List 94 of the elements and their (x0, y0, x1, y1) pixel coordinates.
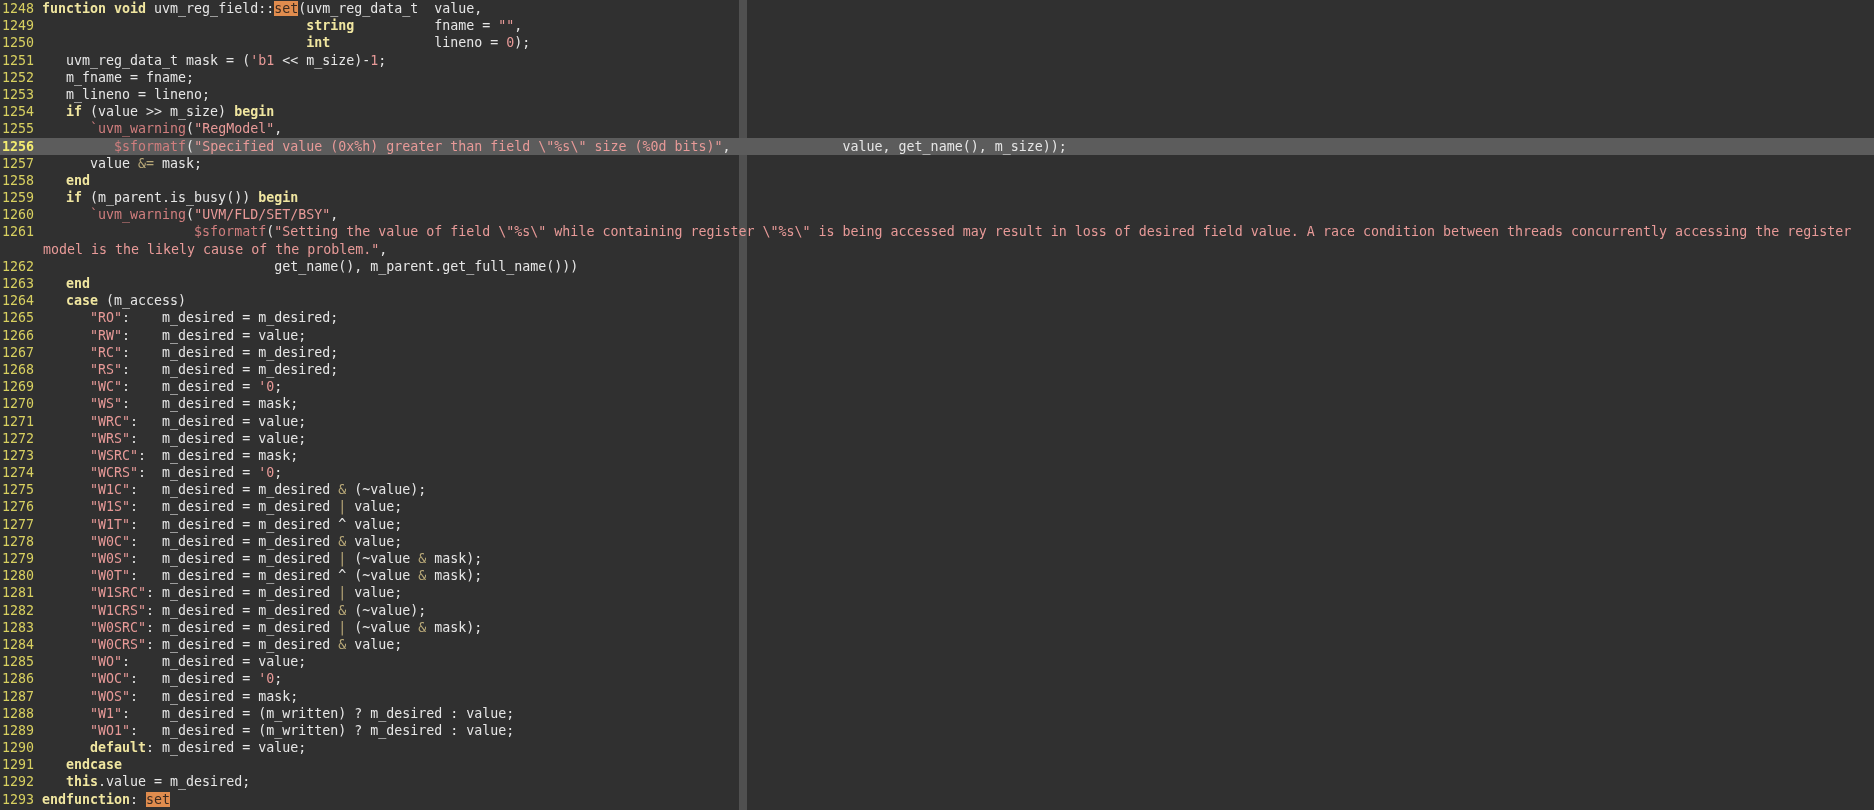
line-number: 1251 (1, 51, 36, 69)
code-line: get_name(), m_parent.get_full_name())) (273, 257, 579, 275)
line-number: 1290 (1, 739, 36, 757)
code-line: `uvm_warning("RegModel", (89, 120, 283, 138)
code-line: "WO1": m_desired = (m_written) ? m_desired : value; (89, 722, 515, 740)
line-number: 1278 (1, 532, 36, 550)
line-number: 1263 (1, 275, 36, 293)
code-line: uvm_reg_data_t mask = ('b1 << m_size)-1; (65, 51, 387, 69)
code-line: case (m_access) (65, 292, 187, 310)
code-line: "W0CRS": m_desired = m_desired & value; (89, 636, 403, 654)
code-line: "W1": m_desired = (m_written) ? m_desired : value; (89, 705, 515, 722)
line-number: 1285 (1, 653, 36, 671)
code-line: this.value = m_desired; (65, 773, 251, 791)
code-line: "WSRC": m_desired = mask; (89, 447, 299, 465)
line-number: 1284 (1, 635, 36, 654)
code-line: "W0S": m_desired = m_desired | (~value & mask); (89, 550, 483, 568)
code-line: if (m_parent.is_busy()) begin (65, 189, 299, 207)
code-line: m_fname = fname; (65, 69, 195, 86)
line-number: 1265 (1, 309, 36, 327)
code-line: "WO": m_desired = value; (89, 653, 307, 671)
code-line: $sformatf("Setting the value of field \"%s\" while containing register \"%s\" is being accessed may result in loss of desired field value. A race condition between threads concurrently accessing the register (193, 223, 1852, 241)
line-number: 1292 (1, 773, 36, 791)
line-number: 1291 (1, 756, 36, 774)
code-line: if (value >> m_size) begin (65, 103, 275, 121)
line-number: 1274 (1, 464, 36, 482)
line-number: 1271 (1, 412, 36, 430)
line-number: 1281 (1, 584, 36, 602)
line-number: 1253 (1, 85, 36, 104)
code-line: "W1CRS": m_desired = m_desired & (~value); (89, 601, 427, 619)
line-number: 1261 (1, 223, 36, 241)
code-line: "W0C": m_desired = m_desired & value; (89, 533, 403, 550)
line-number: 1260 (1, 206, 36, 224)
code-line: string fname = "", (305, 17, 523, 35)
line-number: 1249 (1, 17, 36, 35)
code-editor[interactable] (0, 0, 1874, 810)
code-line: m_lineno = lineno; (65, 86, 211, 104)
code-line: "WOS": m_desired = mask; (89, 687, 299, 705)
line-number: 1289 (1, 721, 36, 740)
code-line: "RS": m_desired = m_desired; (89, 361, 339, 379)
line-number: 1257 (1, 154, 36, 172)
code-line: "W0T": m_desired = m_desired ^ (~value & mask); (89, 567, 483, 585)
line-number: 1258 (1, 171, 36, 190)
line-number: 1254 (1, 103, 36, 121)
line-number: 1248 (1, 0, 36, 18)
line-number: 1287 (1, 687, 36, 705)
line-number: 1270 (1, 395, 36, 413)
code-line: endcase (65, 756, 123, 774)
code-line: end (65, 275, 91, 293)
code-line: "W0SRC": m_desired = m_desired | (~value & mask); (89, 619, 483, 636)
code-line: $sformatf("Specified value (0x%h) greater than field \"%s\" size (%0d bits)", value, get_name(), m_size)); (113, 137, 1067, 155)
code-line: "W1S": m_desired = m_desired | value; (89, 498, 403, 516)
code-line: model is the likely cause of the problem.", (43, 240, 388, 258)
line-number: 1255 (1, 120, 36, 138)
line-number: 1267 (1, 343, 36, 361)
line-number: 1293 (1, 790, 36, 808)
code-line: value &= mask; (89, 154, 203, 172)
line-number: 1262 (1, 257, 36, 275)
line-number: 1288 (1, 704, 36, 722)
line-number: 1252 (1, 68, 36, 86)
line-number: 1286 (1, 670, 36, 688)
line-number: 1269 (1, 378, 36, 396)
line-number: 1268 (1, 360, 36, 379)
line-number: 1280 (1, 567, 36, 585)
line-number: 1276 (1, 498, 36, 516)
code-line: "RC": m_desired = m_desired; (89, 344, 339, 361)
line-number: 1283 (1, 618, 36, 636)
code-line: "W1T": m_desired = m_desired ^ value; (89, 515, 403, 533)
code-line: "WRC": m_desired = value; (89, 412, 307, 430)
code-line: "RW": m_desired = value; (89, 326, 307, 344)
line-number: 1259 (1, 189, 36, 207)
line-number: 1279 (1, 550, 36, 568)
line-number: 1272 (1, 429, 36, 447)
code-line: "W1C": m_desired = m_desired & (~value); (89, 481, 427, 499)
code-line: function void uvm_reg_field::set(uvm_reg_data_t value, (42, 0, 483, 18)
line-number: 1256 (1, 137, 36, 155)
code-line: "WCRS": m_desired = '0; (89, 464, 283, 482)
code-line: "W1SRC": m_desired = m_desired | value; (89, 584, 403, 602)
line-number: 1275 (1, 481, 36, 499)
code-line: int lineno = 0); (305, 34, 531, 52)
line-number: 1277 (1, 515, 36, 533)
code-line: "WOC": m_desired = '0; (89, 670, 283, 688)
code-line: end (65, 171, 91, 190)
line-number: 1282 (1, 601, 36, 619)
line-number: 1273 (1, 446, 36, 465)
code-line: default: m_desired = value; (89, 739, 307, 757)
line-number: 1250 (1, 34, 36, 52)
code-line: "RO": m_desired = m_desired; (89, 309, 339, 327)
line-number: 1266 (1, 326, 36, 344)
code-line: endfunction: set (42, 790, 171, 808)
code-line: "WRS": m_desired = value; (89, 430, 307, 447)
code-line: `uvm_warning("UVM/FLD/SET/BSY", (89, 206, 339, 224)
code-line: "WS": m_desired = mask; (89, 395, 299, 413)
line-number: 1264 (1, 292, 36, 310)
code-line: "WC": m_desired = '0; (89, 378, 283, 396)
